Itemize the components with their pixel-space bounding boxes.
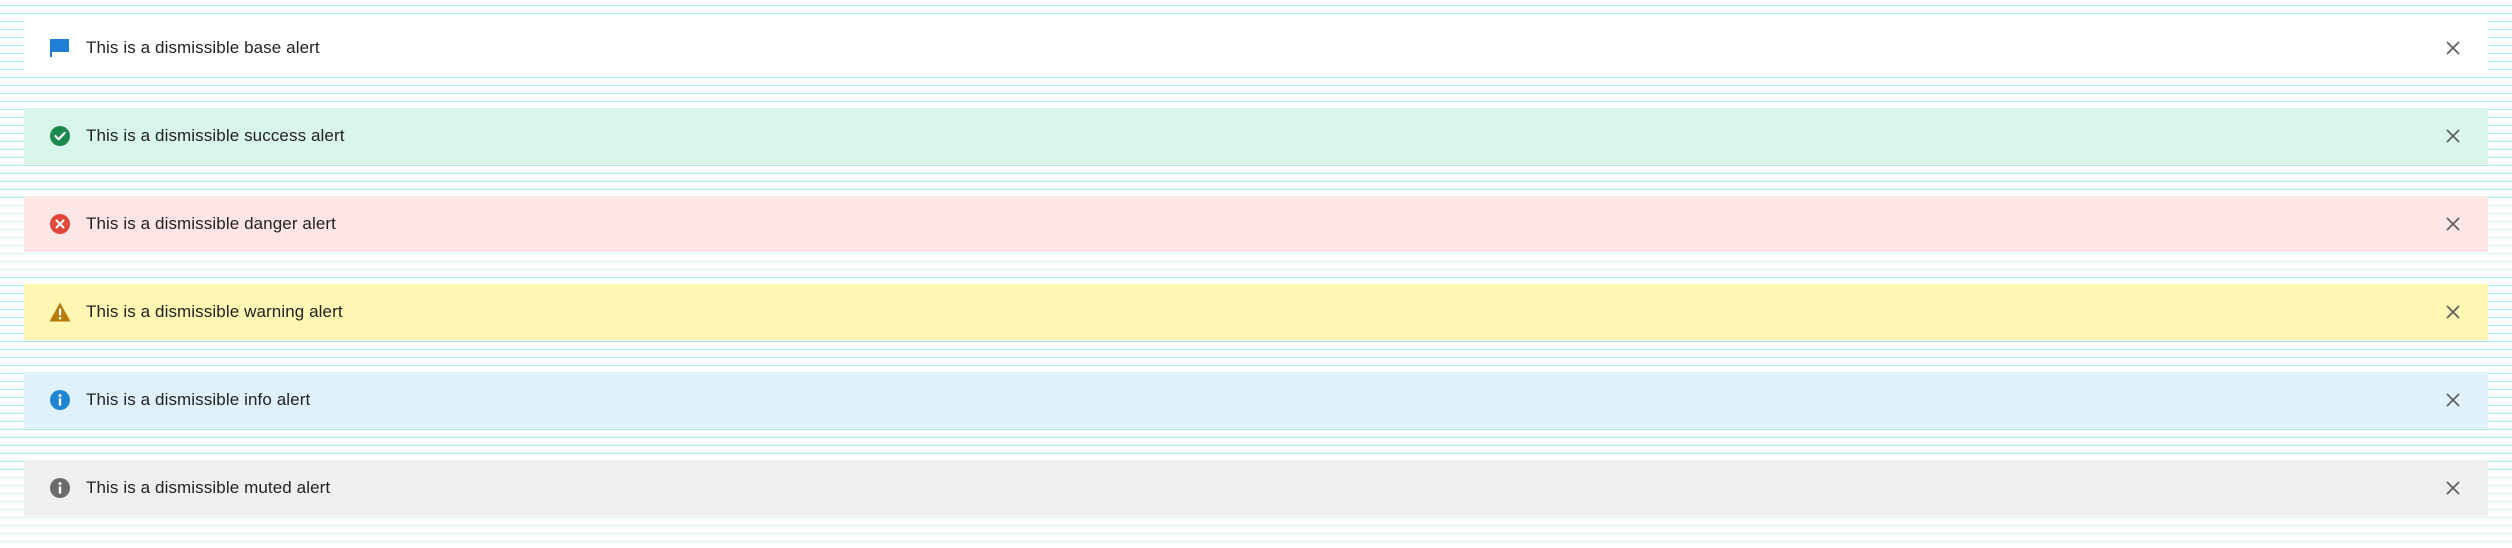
dismiss-button[interactable] — [2436, 31, 2470, 65]
alert-message: This is a dismissible success alert — [86, 126, 345, 145]
info-circle-icon — [48, 388, 72, 412]
close-icon — [2446, 41, 2460, 55]
dismiss-button[interactable] — [2436, 119, 2470, 153]
close-icon — [2446, 217, 2460, 231]
alert-message: This is a dismissible base alert — [86, 38, 320, 57]
dismiss-button[interactable] — [2436, 207, 2470, 241]
flag-icon — [48, 36, 72, 60]
alert-base: This is a dismissible base alert — [24, 20, 2488, 76]
alert-success: This is a dismissible success alert — [24, 108, 2488, 164]
dismiss-button[interactable] — [2436, 471, 2470, 505]
close-icon — [2446, 481, 2460, 495]
alert-warning: This is a dismissible warning alert — [24, 284, 2488, 340]
alert-message: This is a dismissible info alert — [86, 390, 311, 409]
dismiss-button[interactable] — [2436, 383, 2470, 417]
alert-message: This is a dismissible danger alert — [86, 214, 336, 233]
close-icon — [2446, 393, 2460, 407]
alert-info: This is a dismissible info alert — [24, 372, 2488, 428]
dismiss-button[interactable] — [2436, 295, 2470, 329]
close-icon — [2446, 129, 2460, 143]
alert-message: This is a dismissible muted alert — [86, 478, 331, 497]
info-circle-icon — [48, 476, 72, 500]
close-icon — [2446, 305, 2460, 319]
alert-muted: This is a dismissible muted alert — [24, 460, 2488, 516]
alert-message: This is a dismissible warning alert — [86, 302, 343, 321]
alert-stack: This is a dismissible base alert This is… — [24, 20, 2488, 548]
x-circle-icon — [48, 212, 72, 236]
alert-danger: This is a dismissible danger alert — [24, 196, 2488, 252]
check-circle-icon — [48, 124, 72, 148]
warning-triangle-icon — [48, 300, 72, 324]
